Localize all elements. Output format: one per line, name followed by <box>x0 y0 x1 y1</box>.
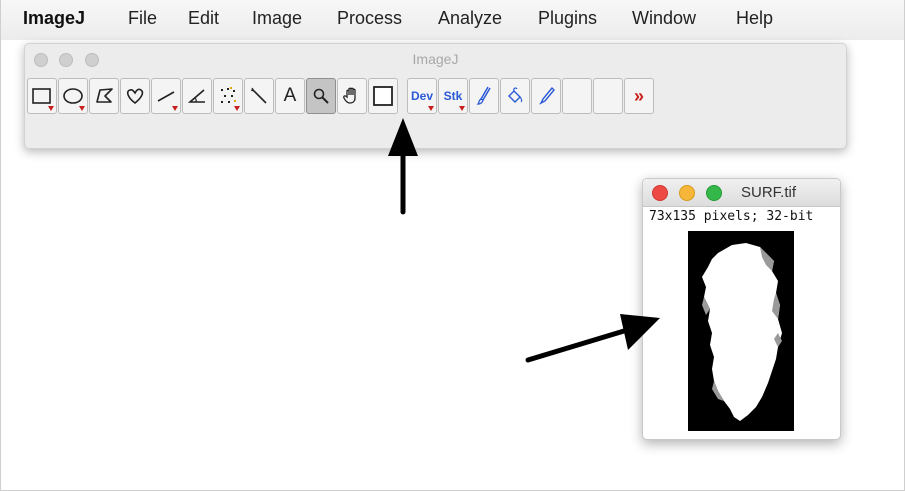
flood-fill-tool[interactable] <box>500 78 530 114</box>
menu-app-imagej[interactable]: ImageJ <box>23 8 85 29</box>
menu-analyze[interactable]: Analyze <box>438 8 502 29</box>
line-tool[interactable] <box>151 78 181 114</box>
pencil-tool[interactable] <box>531 78 561 114</box>
more-tools-button[interactable]: » <box>624 78 654 114</box>
minimize-button[interactable] <box>679 185 695 201</box>
menu-file[interactable]: File <box>128 8 157 29</box>
image-canvas[interactable] <box>688 231 794 431</box>
zoom-tool[interactable] <box>306 78 336 114</box>
options-indicator <box>172 106 178 111</box>
menu-plugins[interactable]: Plugins <box>538 8 597 29</box>
polygon-tool[interactable] <box>89 78 119 114</box>
stk-icon: Stk <box>443 89 463 103</box>
wand-icon <box>250 87 267 104</box>
wand-tool[interactable] <box>244 78 274 114</box>
toolbar-status-area <box>27 124 843 142</box>
image-window-title: SURF.tif <box>741 184 797 201</box>
toolbar-window-title: ImageJ <box>412 51 459 67</box>
imagej-toolbar-window: ImageJ A Dev Stk » <box>24 43 847 149</box>
maximize-button[interactable] <box>706 185 722 201</box>
options-indicator <box>79 106 85 111</box>
options-indicator <box>48 106 54 111</box>
menu-bar: ImageJ File Edit Image Process Analyze P… <box>1 0 904 40</box>
image-info-text: 73x135 pixels; 32-bit <box>649 209 814 224</box>
brush-tool[interactable] <box>469 78 499 114</box>
color-picker-tool[interactable] <box>368 78 398 114</box>
image-title-bar[interactable]: SURF.tif <box>643 179 840 207</box>
oval-tool[interactable] <box>58 78 88 114</box>
text-icon: A <box>283 85 297 106</box>
menu-image[interactable]: Image <box>252 8 302 29</box>
angle-icon <box>187 89 205 103</box>
hand-icon <box>343 87 356 104</box>
close-button[interactable] <box>652 185 668 201</box>
toolbar-title-bar[interactable]: ImageJ <box>25 44 846 74</box>
freehand-tool[interactable] <box>120 78 150 114</box>
menu-process[interactable]: Process <box>337 8 402 29</box>
rectangle-icon <box>32 88 51 104</box>
empty-slot-1[interactable] <box>562 78 592 114</box>
options-indicator <box>428 106 434 111</box>
freehand-icon <box>126 88 144 105</box>
options-indicator <box>459 106 465 111</box>
menu-edit[interactable]: Edit <box>188 8 219 29</box>
menu-help[interactable]: Help <box>736 8 773 29</box>
greenland-mask-image <box>702 243 782 421</box>
pencil-icon <box>539 86 555 105</box>
image-window: SURF.tif 73x135 pixels; 32-bit <box>642 178 841 440</box>
magnifier-icon <box>313 88 329 104</box>
stack-menu[interactable]: Stk <box>438 78 468 114</box>
text-tool[interactable]: A <box>275 78 305 114</box>
color-picker-icon <box>373 86 393 106</box>
multipoint-icon <box>221 87 236 103</box>
rectangle-tool[interactable] <box>27 78 57 114</box>
point-tool[interactable] <box>213 78 243 114</box>
developer-menu[interactable]: Dev <box>407 78 437 114</box>
line-icon <box>157 91 175 102</box>
brush-icon <box>476 86 491 105</box>
oval-icon <box>63 88 83 104</box>
flood-fill-icon <box>508 87 523 103</box>
tool-buttons: A Dev Stk » <box>27 78 845 118</box>
empty-slot-2[interactable] <box>593 78 623 114</box>
hand-tool[interactable] <box>337 78 367 114</box>
menu-window[interactable]: Window <box>632 8 696 29</box>
angle-tool[interactable] <box>182 78 212 114</box>
polygon-icon <box>96 88 113 103</box>
double-chevron-icon: » <box>633 85 644 106</box>
options-indicator <box>234 106 240 111</box>
dev-icon: Dev <box>410 89 433 103</box>
